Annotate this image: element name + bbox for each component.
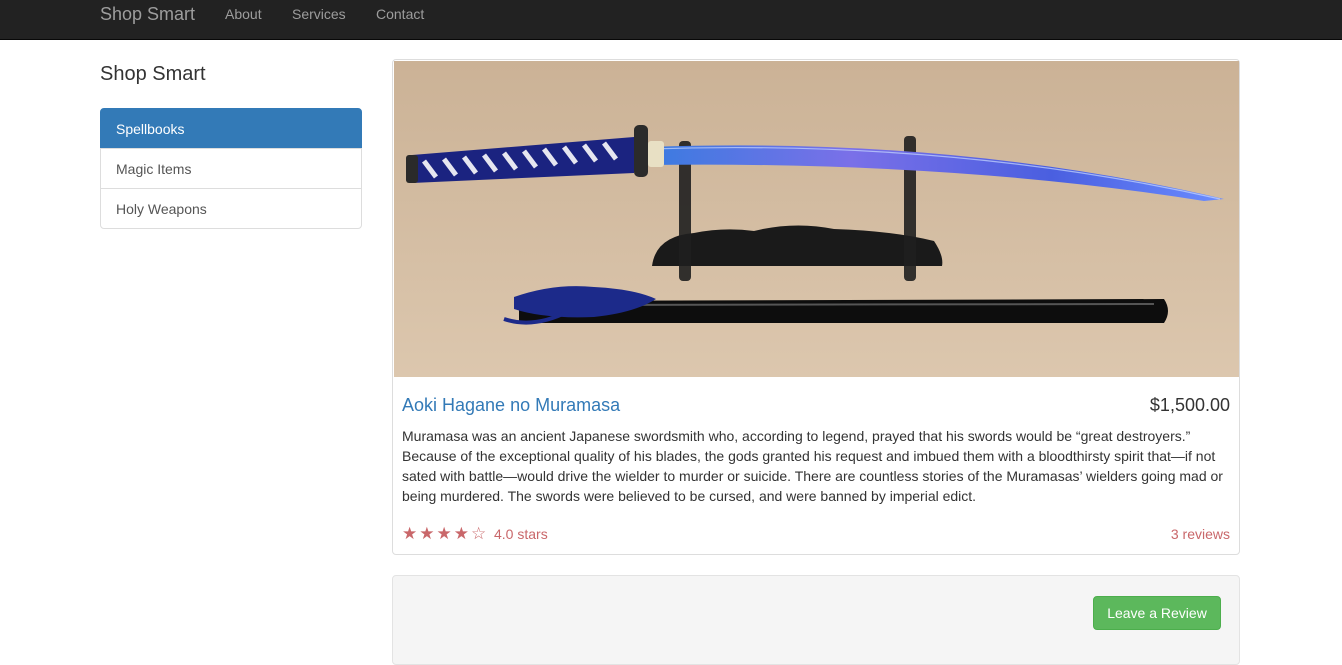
nav-link-about[interactable]: About	[225, 6, 262, 22]
product-price: $1,500.00	[1149, 395, 1230, 415]
leave-review-button[interactable]: Leave a Review	[1093, 596, 1221, 630]
category-list: Spellbooks Magic Items Holy Weapons	[100, 108, 362, 229]
product-title-link[interactable]: Aoki Hagane no Muramasa	[402, 394, 620, 416]
sidebar-item-holy-weapons[interactable]: Holy Weapons	[100, 188, 362, 229]
product-ratings: ★★★★☆ 4.0 stars 3 reviews	[402, 524, 1230, 544]
review-well: Leave a Review	[392, 575, 1240, 665]
rating-text: 4.0 stars	[494, 526, 548, 542]
reviews-count: 3 reviews	[1170, 526, 1230, 542]
sidebar-title: Shop Smart	[100, 63, 206, 85]
product-card: Aoki Hagane no Muramasa $1,500.00 Murama…	[392, 59, 1240, 555]
navbar-brand[interactable]: Shop Smart	[100, 3, 195, 25]
nav-link-contact[interactable]: Contact	[376, 6, 424, 22]
product-image	[394, 61, 1239, 377]
sidebar-item-spellbooks[interactable]: Spellbooks	[100, 108, 362, 149]
top-navbar: Shop Smart About Services Contact	[0, 0, 1342, 40]
katana-photo	[394, 61, 1239, 377]
star-rating-icon: ★★★★☆	[402, 524, 489, 544]
nav-link-services[interactable]: Services	[292, 6, 346, 22]
product-description: Muramasa was an ancient Japanese swordsm…	[402, 428, 1223, 504]
sidebar-item-magic-items[interactable]: Magic Items	[100, 148, 362, 189]
